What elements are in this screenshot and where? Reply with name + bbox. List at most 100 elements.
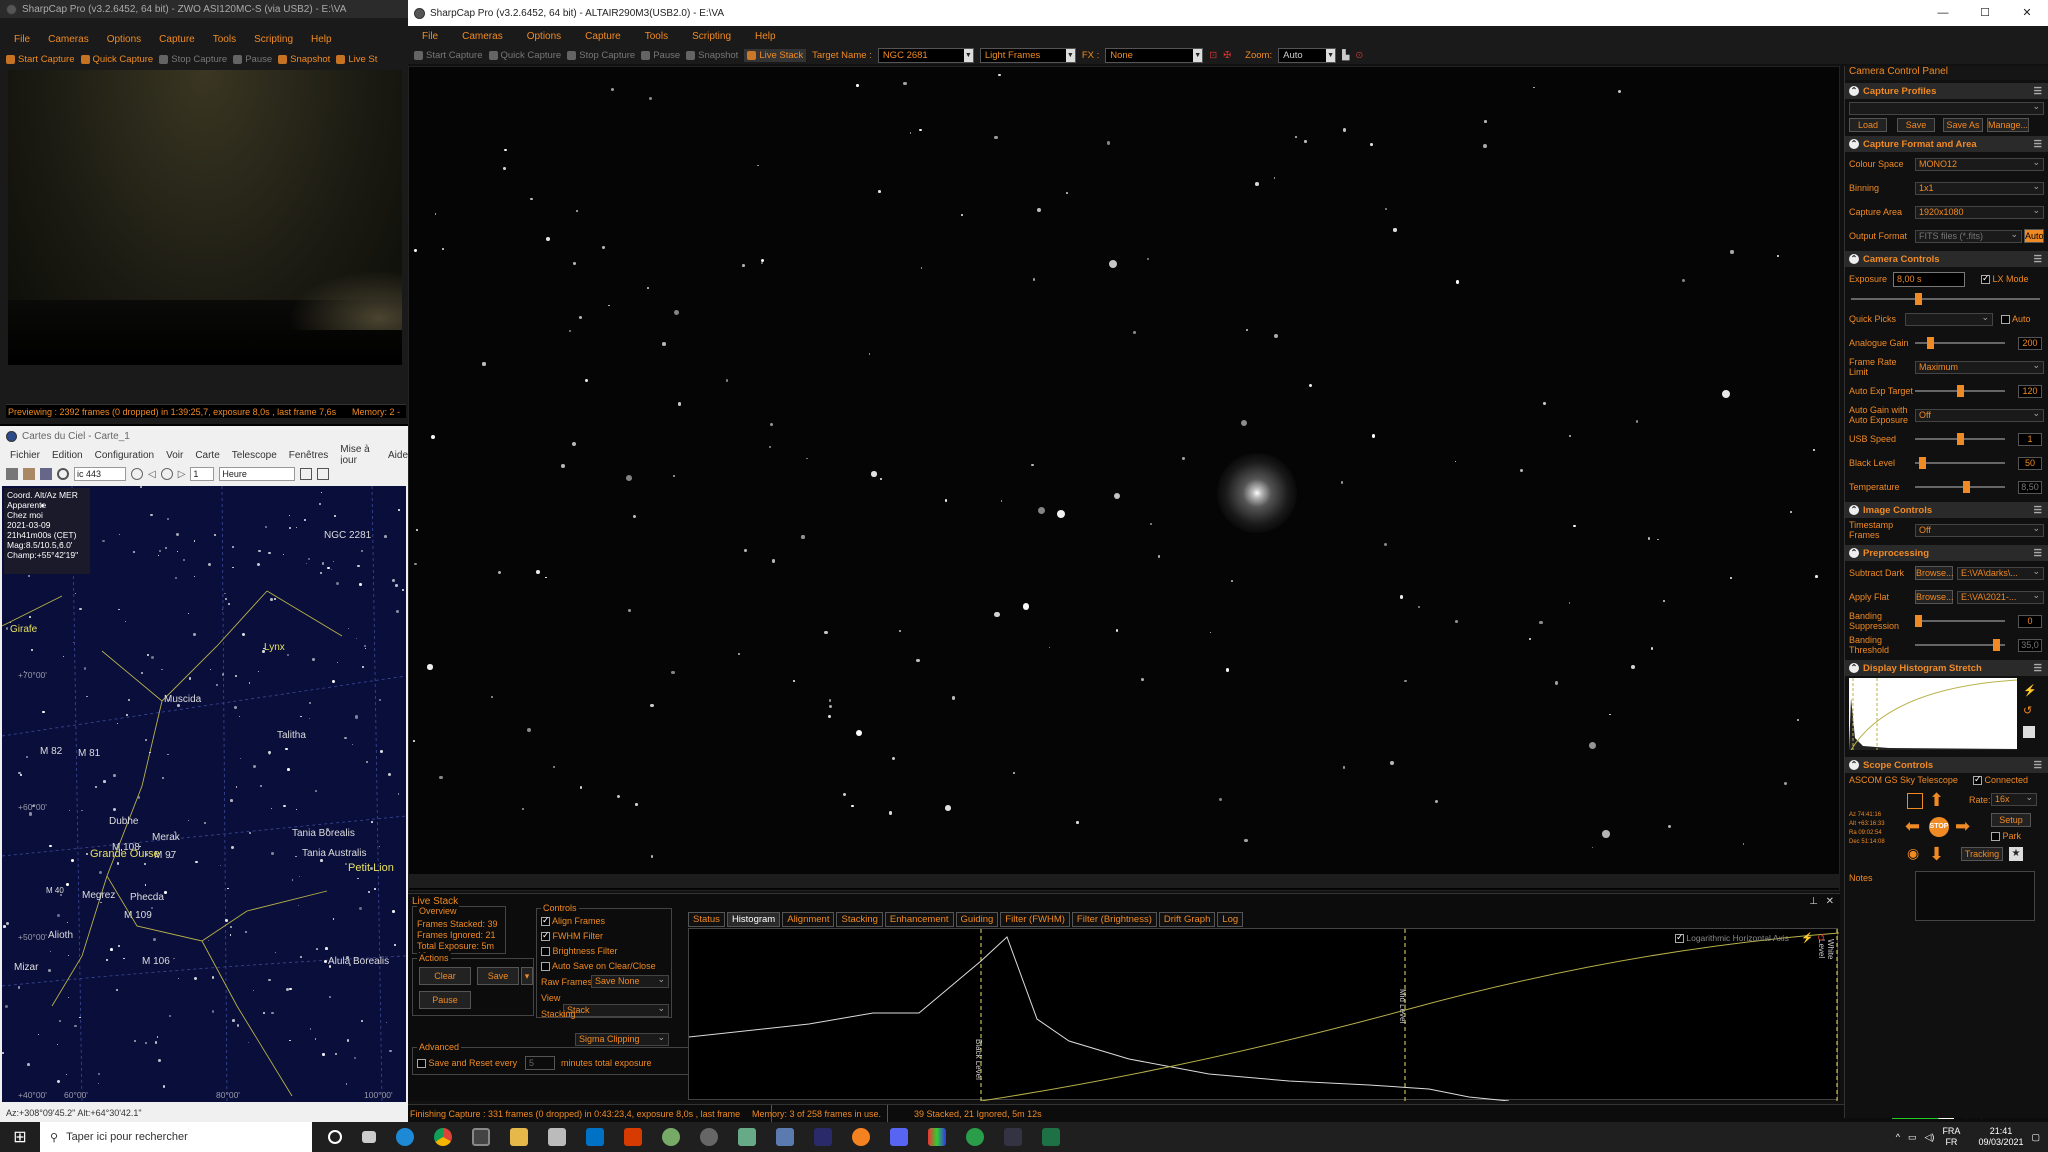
- tab-filter-fwhm[interactable]: Filter (FWHM): [1000, 912, 1070, 927]
- usb-speed-value[interactable]: 1: [2018, 432, 2042, 446]
- minutes-input[interactable]: 5: [525, 1056, 555, 1070]
- preprocessing-header[interactable]: ⌃ Preprocessing ☰: [1845, 545, 2048, 561]
- label-m109[interactable]: M 109: [124, 910, 152, 921]
- cdc-menu-configuration[interactable]: Configuration: [95, 450, 154, 461]
- menu-help[interactable]: Help: [311, 34, 332, 45]
- prev-icon[interactable]: ◁: [148, 469, 156, 480]
- edge-icon[interactable]: [396, 1128, 414, 1146]
- frame-type-select[interactable]: Light Frames ▼: [979, 47, 1076, 63]
- timestamp-select[interactable]: Off: [1915, 523, 2044, 537]
- fwhm-filter-checkbox[interactable]: [541, 930, 550, 942]
- label-grande-ourse[interactable]: Grande Ourse: [90, 848, 160, 860]
- target-icon[interactable]: ◉: [1907, 845, 1919, 862]
- menu-options[interactable]: Options: [107, 34, 141, 45]
- quick-picks-select[interactable]: [1905, 312, 1993, 326]
- brightness-filter-checkbox[interactable]: [541, 947, 550, 957]
- temperature-slider-knob[interactable]: [1963, 481, 1970, 493]
- sync-icon[interactable]: [1907, 793, 1923, 809]
- park-option[interactable]: Park: [1991, 831, 2021, 842]
- now-icon[interactable]: [160, 468, 173, 480]
- save-button[interactable]: Save: [477, 967, 519, 985]
- histogram-view[interactable]: Black Level Mid Level White Level Logari…: [688, 928, 1839, 1101]
- label-alula-borealis[interactable]: Alula Borealis: [328, 956, 389, 967]
- profile-select[interactable]: [1849, 101, 2044, 115]
- pin-icon[interactable]: ⊥: [1809, 896, 1818, 907]
- label-alioth[interactable]: Alioth: [48, 930, 73, 941]
- gain-slider-knob[interactable]: [1927, 337, 1934, 349]
- connected-checkbox[interactable]: [1973, 774, 1982, 786]
- auto-exp-slider[interactable]: [1915, 385, 2005, 397]
- pause-stack-button[interactable]: Pause: [419, 991, 471, 1009]
- file-explorer-icon[interactable]: [510, 1128, 528, 1146]
- menu-capture[interactable]: Capture: [585, 31, 621, 42]
- auto-exp-value[interactable]: 120: [2018, 384, 2042, 398]
- taskbar-search-box[interactable]: ⚲ Taper ici pour rechercher: [40, 1122, 312, 1152]
- app3-icon[interactable]: [852, 1128, 870, 1146]
- auto-stretch-icon[interactable]: ⚡: [1801, 933, 1813, 944]
- align-frames-option[interactable]: Align Frames: [541, 915, 605, 927]
- cdc-menu-edition[interactable]: Edition: [52, 450, 83, 461]
- output-format-select[interactable]: FITS files (*.fits): [1915, 229, 2022, 243]
- camera-controls-header[interactable]: ⌃ Camera Controls ☰: [1845, 251, 2048, 267]
- dark-file-select[interactable]: E:\VA\darks\...: [1957, 566, 2044, 580]
- menu-icon[interactable]: ☰: [2033, 139, 2042, 150]
- auto-save-option[interactable]: Auto Save on Clear/Close: [541, 961, 656, 972]
- app-icon[interactable]: [662, 1128, 680, 1146]
- save-profile-button[interactable]: Save: [1897, 118, 1935, 132]
- menu-file[interactable]: File: [14, 34, 30, 45]
- quick-capture-button[interactable]: Quick Capture: [80, 54, 153, 65]
- save-reset-checkbox[interactable]: [417, 1059, 426, 1069]
- arrow-left-icon[interactable]: ⬅: [1905, 817, 1920, 835]
- menu-cameras[interactable]: Cameras: [48, 34, 89, 45]
- tab-status[interactable]: Status: [688, 912, 725, 927]
- zoom-search-icon[interactable]: ⊙: [1355, 50, 1363, 61]
- chrome-icon[interactable]: [434, 1128, 452, 1146]
- live-image-view[interactable]: [408, 66, 1840, 891]
- exposure-input[interactable]: 8,00 s: [1893, 271, 1965, 287]
- auto-exposure-option[interactable]: Auto: [2001, 314, 2031, 325]
- clear-button[interactable]: Clear: [419, 967, 471, 985]
- black-level-slider-knob[interactable]: [1919, 457, 1926, 469]
- menu-icon[interactable]: ☰: [2033, 760, 2042, 771]
- label-phecda[interactable]: Phecda: [130, 892, 164, 903]
- save-dropdown-button[interactable]: ▾: [521, 967, 533, 985]
- clock-icon[interactable]: [131, 468, 143, 480]
- menu-tools[interactable]: Tools: [645, 31, 668, 42]
- collapse-icon[interactable]: ⌃: [1849, 548, 1859, 558]
- next-icon[interactable]: ▷: [178, 469, 186, 480]
- exposure-slider[interactable]: [1851, 293, 2040, 305]
- window1-titlebar[interactable]: SharpCap Pro (v3.2.6452, 64 bit) - ZWO A…: [0, 0, 408, 18]
- banding-threshold-slider[interactable]: [1915, 639, 2005, 651]
- tab-enhancement[interactable]: Enhancement: [884, 912, 954, 927]
- capture-profiles-header[interactable]: ⌃ Capture Profiles ☰: [1845, 83, 2048, 99]
- cdc-menu-telescope[interactable]: Telescope: [232, 450, 277, 461]
- usb-speed-slider[interactable]: [1915, 433, 2005, 445]
- histogram-icon[interactable]: ▙: [1342, 50, 1349, 61]
- sharpcap2-taskbar-icon[interactable]: [700, 1128, 718, 1146]
- exposure-slider-knob[interactable]: [1915, 293, 1922, 305]
- app2-icon[interactable]: [738, 1128, 756, 1146]
- lx-mode-option[interactable]: LX Mode: [1981, 273, 2029, 285]
- office-icon[interactable]: [624, 1128, 642, 1146]
- reset-stretch-icon[interactable]: ↺: [2023, 704, 2032, 717]
- scope-controls-header[interactable]: ⌃ Scope Controls ☰: [1845, 757, 2048, 773]
- temperature-slider[interactable]: [1915, 481, 2005, 493]
- arrow-up-icon[interactable]: ⬆: [1929, 791, 1944, 809]
- tab-drift-graph[interactable]: Drift Graph: [1158, 912, 1216, 927]
- arrow-right-icon[interactable]: ➡: [1955, 817, 1970, 835]
- start-capture-button[interactable]: Start Capture: [6, 54, 75, 65]
- collapse-icon[interactable]: ⌃: [1849, 505, 1859, 515]
- save-reset-option[interactable]: Save and Reset every: [417, 1058, 517, 1069]
- image-controls-header[interactable]: ⌃ Image Controls ☰: [1845, 502, 2048, 518]
- menu-icon[interactable]: ☰: [2033, 86, 2042, 97]
- image-hscroll[interactable]: [408, 874, 1840, 888]
- menu-tools[interactable]: Tools: [213, 34, 236, 45]
- manage-button[interactable]: Manage...: [1987, 118, 2029, 132]
- collapse-icon[interactable]: ⌃: [1849, 139, 1859, 149]
- tab-log[interactable]: Log: [1217, 912, 1244, 927]
- stop-capture-button[interactable]: Stop Capture: [159, 54, 227, 65]
- close-button[interactable]: ✕: [2006, 0, 2048, 26]
- histogram-stretch-header[interactable]: ⌃ Display Histogram Stretch ☰: [1845, 660, 2048, 676]
- banding-suppression-knob[interactable]: [1915, 615, 1922, 627]
- cdc-unit-select[interactable]: Heure: [219, 467, 296, 481]
